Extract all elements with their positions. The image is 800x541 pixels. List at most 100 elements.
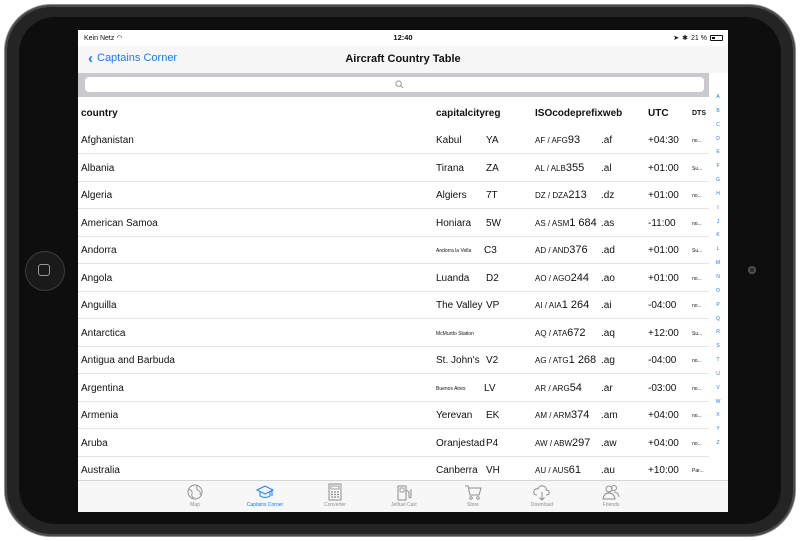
index-letter[interactable]: H bbox=[710, 191, 726, 197]
utc-offset: +01:00 bbox=[648, 190, 679, 201]
index-letter[interactable]: E bbox=[710, 149, 726, 155]
tab-label: Map bbox=[190, 502, 200, 508]
web-domain: .ad bbox=[601, 245, 615, 256]
table-row[interactable]: Albania Tirana ZA AL / ALB355 .al +01:00 Su... bbox=[78, 154, 709, 182]
index-letter[interactable]: C bbox=[710, 122, 726, 128]
iso-letters: AU / AUS bbox=[535, 466, 569, 475]
iso-code: AW / ABW297 bbox=[535, 437, 590, 449]
index-letter[interactable]: A bbox=[710, 94, 726, 100]
index-letter[interactable]: Q bbox=[710, 316, 726, 322]
index-letter[interactable]: W bbox=[710, 399, 726, 405]
table-row[interactable]: Armenia Yerevan EK AM / ARM374 .am +04:00 no..… bbox=[78, 401, 709, 429]
country-name: Antigua and Barbuda bbox=[81, 355, 175, 366]
phone-prefix: 93 bbox=[567, 134, 581, 146]
table-row[interactable]: Andorra Andorra la Vella C3 AD / AND376 .ad +… bbox=[78, 236, 709, 264]
index-letter[interactable]: B bbox=[710, 108, 726, 114]
table-row[interactable]: Afghanistan Kabul YA AF / AFG93 .af +04:30 no.… bbox=[78, 126, 709, 154]
graduation-cap-icon bbox=[255, 485, 275, 498]
location-icon: ➤ bbox=[673, 35, 680, 42]
dts-value: no... bbox=[692, 413, 702, 419]
table-row[interactable]: American Samoa Honiara 5W AS / ASM1 684 .as -… bbox=[78, 209, 709, 237]
front-camera bbox=[748, 266, 756, 274]
tab-label: Converter bbox=[324, 502, 346, 508]
country-name: Armenia bbox=[81, 410, 119, 421]
web-domain: .ai bbox=[601, 300, 612, 311]
country-name: Antarctica bbox=[81, 327, 126, 339]
status-time: 12:40 bbox=[393, 33, 413, 42]
index-letter[interactable]: V bbox=[710, 385, 726, 391]
utc-offset: +01:00 bbox=[648, 162, 679, 174]
index-letter[interactable]: S bbox=[710, 343, 726, 349]
battery-icon bbox=[710, 35, 723, 41]
capital-city: Kabul bbox=[436, 135, 462, 146]
utc-offset: -11:00 bbox=[648, 217, 676, 229]
index-letter[interactable]: T bbox=[710, 357, 726, 363]
index-letter[interactable]: X bbox=[710, 412, 726, 418]
iso-code: AU / AUS61 bbox=[535, 464, 581, 476]
search-input[interactable] bbox=[85, 77, 704, 92]
index-letter[interactable]: D bbox=[710, 136, 726, 142]
index-letter[interactable]: I bbox=[710, 205, 726, 211]
tab-captains-corner[interactable]: Captains Corner bbox=[235, 483, 295, 508]
tab-store[interactable]: Store bbox=[443, 483, 503, 508]
index-letter[interactable]: O bbox=[710, 288, 726, 294]
table-row[interactable]: Aruba Oranjestad P4 AW / ABW297 .aw +04:00 no.… bbox=[78, 429, 709, 457]
index-letter[interactable]: K bbox=[710, 232, 726, 238]
tab-converter[interactable]: Converter bbox=[305, 483, 365, 508]
iso-letters: AW / ABW bbox=[535, 438, 573, 448]
dts-value: no... bbox=[692, 275, 702, 282]
iso-letters: AG / ATG bbox=[535, 356, 569, 365]
table-row[interactable]: Antarctica McMurdo Station AQ / ATA672 .aq +… bbox=[78, 319, 709, 347]
iso-code: AI / AIA1 264 bbox=[535, 299, 589, 311]
table-row[interactable]: Algeria Algiers 7T DZ / DZA213 .dz +01:00 no..… bbox=[78, 181, 709, 209]
home-button-icon bbox=[38, 264, 50, 276]
iso-code: AD / AND376 bbox=[535, 244, 588, 256]
table-row[interactable]: Antigua and Barbuda St. John's V2 AG / ATG1… bbox=[78, 346, 709, 374]
index-letter[interactable]: Z bbox=[710, 440, 726, 446]
home-button[interactable] bbox=[25, 251, 65, 291]
header-utc[interactable]: UTC bbox=[648, 108, 669, 119]
index-letter[interactable]: R bbox=[710, 329, 726, 335]
tab-map[interactable]: Map bbox=[165, 483, 225, 508]
capital-city: McMurdo Station bbox=[436, 330, 474, 337]
capital-city: Honiara bbox=[436, 217, 472, 229]
header-dts[interactable]: DTS bbox=[692, 110, 706, 117]
section-index[interactable]: A B C D E F G H I J K L M N O P Q R S T U V W X Y Z bbox=[710, 92, 728, 470]
header-isocodeprefixweb[interactable]: ISOcodeprefixweb bbox=[535, 108, 622, 119]
utc-offset: +10:00 bbox=[648, 465, 679, 476]
table-row[interactable]: Anguilla The Valley VP AI / AIA1 264 .ai -04:… bbox=[78, 291, 709, 319]
index-letter[interactable]: N bbox=[710, 274, 726, 280]
index-letter[interactable]: G bbox=[710, 177, 726, 183]
registration-prefix: C3 bbox=[484, 245, 497, 256]
utc-offset: -04:00 bbox=[648, 300, 677, 311]
index-letter[interactable]: J bbox=[710, 219, 726, 225]
table-row[interactable]: Argentina Buenos Aires LV AR / ARG54 .ar -03:… bbox=[78, 374, 709, 402]
dts-value: no... bbox=[692, 358, 702, 364]
tab-friends[interactable]: Friends bbox=[581, 483, 641, 508]
index-letter[interactable]: M bbox=[710, 260, 726, 266]
country-name: Albania bbox=[81, 162, 115, 174]
phone-prefix: 355 bbox=[565, 161, 585, 174]
capital-city: Yerevan bbox=[436, 410, 473, 421]
web-domain: .ag bbox=[601, 355, 615, 366]
tab-jetfuel-calc[interactable]: Jetfuel Calc bbox=[374, 483, 434, 508]
iso-code: AO / AGO244 bbox=[535, 272, 589, 284]
index-letter[interactable]: Y bbox=[710, 426, 726, 432]
dts-value: no... bbox=[692, 220, 702, 227]
header-country[interactable]: country bbox=[81, 108, 118, 119]
header-capitalcityreg[interactable]: capitalcityreg bbox=[436, 108, 500, 119]
capital-city: Canberra bbox=[436, 465, 478, 476]
phone-prefix: 213 bbox=[568, 189, 587, 201]
registration-prefix: LV bbox=[484, 382, 496, 394]
table-row[interactable]: Angola Luanda D2 AO / AGO244 .ao +01:00 no... bbox=[78, 264, 709, 292]
registration-prefix: VP bbox=[486, 300, 500, 311]
index-letter[interactable]: F bbox=[710, 163, 726, 169]
index-letter[interactable]: U bbox=[710, 371, 726, 377]
country-name: Afghanistan bbox=[81, 135, 134, 146]
index-letter[interactable]: P bbox=[710, 302, 726, 308]
index-letter[interactable]: L bbox=[710, 246, 726, 252]
tab-download[interactable]: Download bbox=[512, 483, 572, 508]
dts-value: no... bbox=[692, 303, 702, 309]
country-name: Aruba bbox=[81, 437, 108, 449]
table-header: country capitalcityreg ISOcodeprefixweb … bbox=[78, 100, 709, 125]
